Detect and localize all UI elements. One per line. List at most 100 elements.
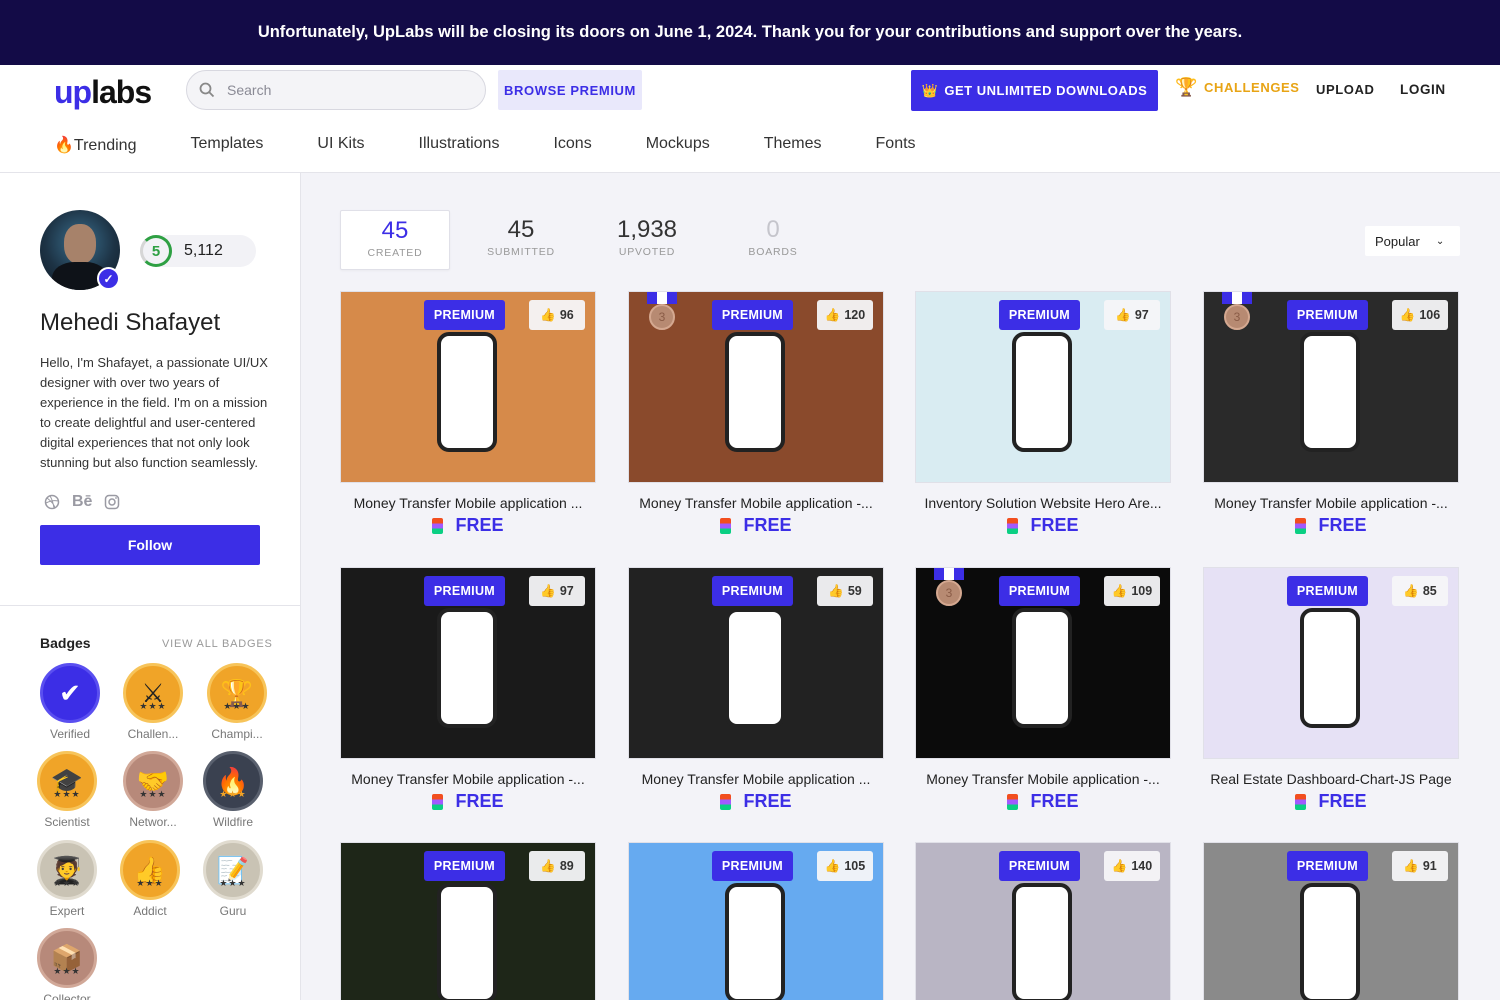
badge-wildfire[interactable]: 🔥 ★★★ Wildfire (201, 751, 265, 829)
nav-templates[interactable]: Templates (190, 135, 263, 155)
like-button[interactable]: 👍 89 (529, 851, 585, 881)
like-button[interactable]: 👍 120 (817, 300, 873, 330)
unlimited-downloads-button[interactable]: 👑 GET UNLIMITED DOWNLOADS (911, 70, 1158, 111)
nav-mockups[interactable]: Mockups (646, 135, 710, 155)
challenges-link[interactable]: 🏆 CHALLENGES (1175, 77, 1300, 98)
badge-label: Guru (219, 904, 247, 918)
badge-champion[interactable]: 🏆 ★★★ Champi... (205, 663, 269, 741)
shot-card[interactable]: 3 PREMIUM 👍 120 Money Transfer Mobile applic… (628, 291, 884, 536)
thumbs-up-icon: 👍 (824, 858, 841, 873)
medal-icon: 3 (1224, 304, 1250, 330)
thumbs-up-icon: 👍 (540, 858, 556, 873)
like-button[interactable]: 👍 91 (1392, 851, 1448, 881)
shot-card[interactable]: PREMIUM 👍 96 Money Transfer Mobile applicat… (340, 291, 596, 536)
figma-icon (1007, 793, 1019, 810)
premium-badge: PREMIUM (423, 576, 505, 606)
nav-icons[interactable]: Icons (553, 135, 591, 155)
badge-verified[interactable]: ✔ Verified (38, 663, 102, 741)
badge-scientist[interactable]: 🎓 ★★★ Scientist (35, 751, 99, 829)
shot-title[interactable]: Money Transfer Mobile application -... (340, 771, 596, 787)
shot-thumbnail[interactable]: PREMIUM 👍 85 (1203, 567, 1459, 759)
instagram-icon[interactable] (104, 494, 120, 510)
search-input[interactable] (227, 82, 467, 98)
shot-title[interactable]: Money Transfer Mobile application ... (340, 495, 596, 511)
badge-addict[interactable]: 👍 ★★★ Addict (118, 840, 182, 918)
tab-boards[interactable]: 0 BOARDS (718, 210, 828, 270)
behance-icon[interactable]: Bē (72, 493, 92, 511)
search-box[interactable] (186, 70, 486, 110)
badge-collector[interactable]: 📦 ★★★ Collector (35, 928, 99, 1000)
shot-card[interactable]: PREMIUM 👍 97 Inventory Solution Website Her… (915, 291, 1171, 536)
like-count: 105 (844, 859, 866, 873)
shot-thumbnail[interactable]: PREMIUM 👍 89 (340, 842, 596, 1000)
like-count: 85 (1422, 584, 1437, 598)
shot-thumbnail[interactable]: PREMIUM 👍 140 (915, 842, 1171, 1000)
shot-title[interactable]: Money Transfer Mobile application -... (628, 495, 884, 511)
shot-thumbnail[interactable]: 3 PREMIUM 👍 106 (1203, 291, 1459, 483)
shot-thumbnail[interactable]: PREMIUM 👍 59 (628, 567, 884, 759)
badge-expert[interactable]: 🧑‍🎓 ★★★ Expert (35, 840, 99, 918)
dribbble-icon[interactable] (44, 494, 60, 510)
shot-thumbnail[interactable]: PREMIUM 👍 97 (340, 567, 596, 759)
like-count: 120 (844, 308, 866, 322)
figma-icon (1007, 517, 1019, 534)
browse-premium-button[interactable]: BROWSE PREMIUM (498, 70, 642, 110)
tab-upvoted[interactable]: 1,938 UPVOTED (592, 210, 702, 270)
like-button[interactable]: 👍 97 (529, 576, 585, 606)
uplabs-logo[interactable]: uplabs (54, 74, 152, 111)
shot-thumbnail[interactable]: 3 PREMIUM 👍 120 (628, 291, 884, 483)
shot-card[interactable]: 3 PREMIUM 👍 106 Money Transfer Mobile applic… (1203, 291, 1459, 536)
like-button[interactable]: 👍 106 (1392, 300, 1448, 330)
badge-challenger[interactable]: ⚔ ★★★ Challen... (121, 663, 185, 741)
like-button[interactable]: 👍 85 (1392, 576, 1448, 606)
tab-submitted[interactable]: 45 SUBMITTED (466, 210, 576, 270)
shot-thumbnail[interactable]: PREMIUM 👍 105 (628, 842, 884, 1000)
points: 5,112 (184, 242, 223, 259)
follow-button[interactable]: Follow (40, 525, 260, 565)
view-all-badges-link[interactable]: VIEW ALL BADGES (162, 638, 273, 650)
shot-card[interactable]: PREMIUM 👍 140 (915, 842, 1171, 1000)
badge-guru[interactable]: 📝 ★★★ Guru (201, 840, 265, 918)
badge-label: Collector (43, 992, 91, 1000)
shot-thumbnail[interactable]: PREMIUM 👍 96 (340, 291, 596, 483)
shot-thumbnail[interactable]: 3 PREMIUM 👍 109 (915, 567, 1171, 759)
badge-networker[interactable]: 🤝 ★★★ Networ... (121, 751, 185, 829)
sort-select[interactable]: Popular ⌄ (1365, 226, 1460, 256)
upload-link[interactable]: UPLOAD (1316, 82, 1375, 97)
like-button[interactable]: 👍 105 (817, 851, 873, 881)
login-link[interactable]: LOGIN (1400, 82, 1446, 97)
shot-title[interactable]: Inventory Solution Website Hero Are... (915, 495, 1171, 511)
nav-fonts[interactable]: Fonts (876, 135, 916, 155)
shot-thumbnail[interactable]: PREMIUM 👍 91 (1203, 842, 1459, 1000)
verified-check-icon: ✓ (97, 267, 120, 290)
shot-thumbnail[interactable]: PREMIUM 👍 97 (915, 291, 1171, 483)
shot-title[interactable]: Real Estate Dashboard-Chart-JS Page (1203, 771, 1459, 787)
like-button[interactable]: 👍 97 (1104, 300, 1160, 330)
shot-card[interactable]: PREMIUM 👍 105 (628, 842, 884, 1000)
shot-card[interactable]: PREMIUM 👍 89 (340, 842, 596, 1000)
nav-themes[interactable]: Themes (764, 135, 822, 155)
like-button[interactable]: 👍 59 (817, 576, 873, 606)
like-button[interactable]: 👍 109 (1104, 576, 1160, 606)
like-button[interactable]: 👍 140 (1104, 851, 1160, 881)
phone-mockup (1300, 608, 1360, 728)
shot-card[interactable]: PREMIUM 👍 85 Real Estate Dashboard-Chart-JS… (1203, 567, 1459, 812)
shot-title[interactable]: Money Transfer Mobile application ... (628, 771, 884, 787)
premium-badge: PREMIUM (423, 851, 505, 881)
profile-sidebar: ✓ 5 5,112 Mehedi Shafayet Hello, I'm Sha… (0, 173, 301, 1000)
shot-card[interactable]: PREMIUM 👍 97 Money Transfer Mobile applicat… (340, 567, 596, 812)
nav-trending[interactable]: 🔥Trending (54, 135, 136, 155)
shot-title[interactable]: Money Transfer Mobile application -... (915, 771, 1171, 787)
nav-illustrations[interactable]: Illustrations (419, 135, 500, 155)
shot-title[interactable]: Money Transfer Mobile application -... (1203, 495, 1459, 511)
thumbs-up-icon: 👍 (1111, 583, 1128, 598)
shot-card[interactable]: 3 PREMIUM 👍 109 Money Transfer Mobile applic… (915, 567, 1171, 812)
sort-value: Popular (1375, 233, 1420, 249)
shot-card[interactable]: PREMIUM 👍 59 Money Transfer Mobile applicat… (628, 567, 884, 812)
tab-created[interactable]: 45 CREATED (340, 210, 450, 270)
nav-ui-kits[interactable]: UI Kits (317, 135, 364, 155)
phone-mockup (1300, 332, 1360, 452)
like-button[interactable]: 👍 96 (529, 300, 585, 330)
shot-card[interactable]: PREMIUM 👍 91 (1203, 842, 1459, 1000)
price-row: FREE (340, 515, 596, 536)
